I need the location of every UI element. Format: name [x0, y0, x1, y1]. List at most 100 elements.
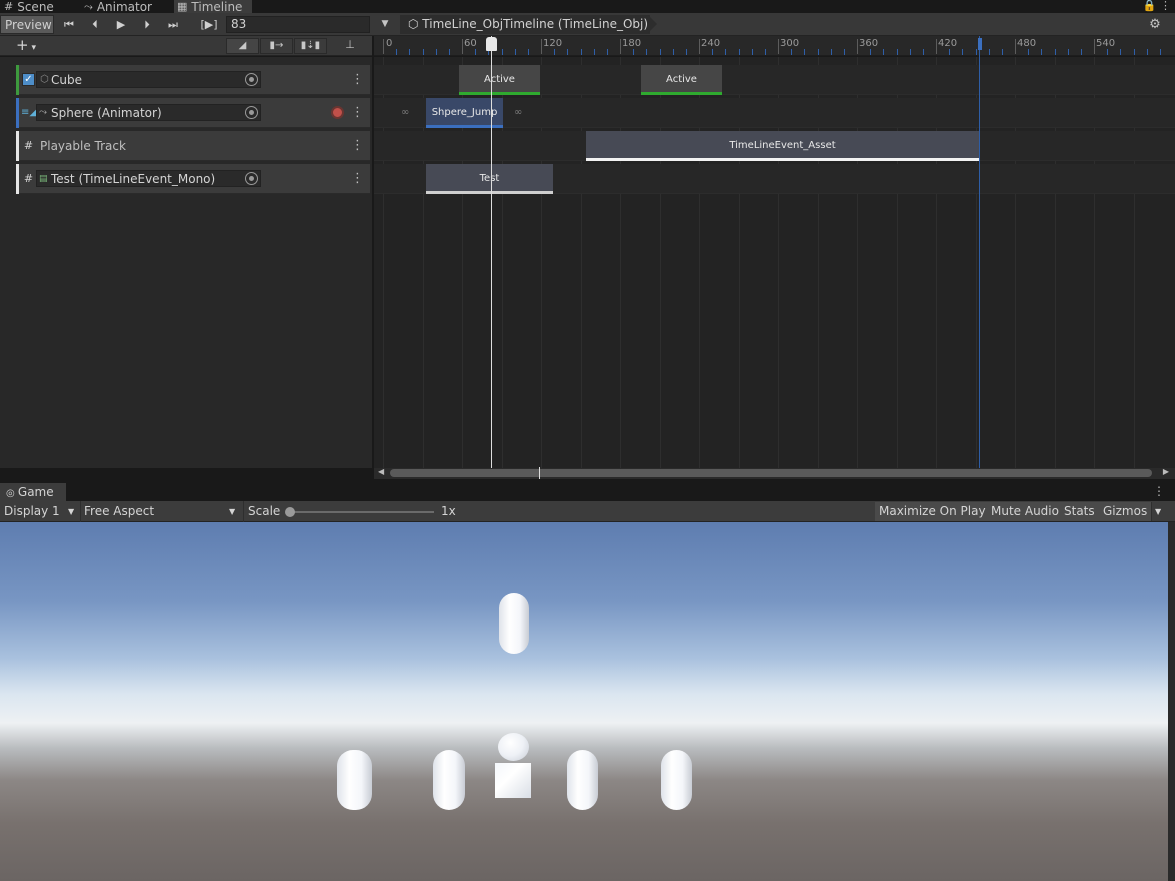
- ruler-minor-tick: [738, 49, 740, 55]
- hold-infinity-icon: ∞: [514, 107, 523, 118]
- display-dropdown[interactable]: Display 1 ▼: [4, 501, 78, 522]
- next-frame-icon[interactable]: ⏵: [136, 15, 158, 34]
- mute-audio-button[interactable]: Mute Audio: [987, 502, 1064, 521]
- object-picker-icon[interactable]: [245, 172, 258, 185]
- replace-mode-icon[interactable]: ▮⇣▮: [294, 38, 327, 54]
- timeline-dropdown-icon[interactable]: ▼: [378, 16, 392, 33]
- tab-timeline[interactable]: ▦ Timeline: [174, 0, 252, 13]
- game-tab-bar: ⋮: [0, 482, 1175, 501]
- activation-clip[interactable]: Active: [641, 65, 722, 95]
- more-menu-icon[interactable]: ⋮: [351, 164, 364, 194]
- stats-button[interactable]: Stats: [1060, 502, 1100, 521]
- ruler-minor-tick: [751, 49, 753, 55]
- ruler-minor-tick: [685, 49, 687, 55]
- ruler-minor-tick: [1080, 49, 1082, 55]
- playable-clip[interactable]: TimeLineEvent_Asset: [586, 131, 979, 161]
- clip-underline: [426, 191, 553, 194]
- more-menu-icon[interactable]: ⋮: [351, 131, 364, 161]
- play-range-toggle[interactable]: [▶]: [196, 15, 222, 34]
- more-menu-icon[interactable]: ⋮: [351, 65, 364, 95]
- scale-slider-thumb[interactable]: [285, 507, 295, 517]
- game-viewport[interactable]: [0, 522, 1168, 881]
- animation-track-icon: ≡◢: [21, 107, 38, 118]
- floating-capsule: [499, 593, 529, 654]
- scrollbar-thumb[interactable]: [390, 469, 1152, 477]
- activation-clip[interactable]: Active: [459, 65, 540, 95]
- ruler-minor-tick: [1146, 49, 1148, 55]
- add-track-button[interactable]: + ▾: [16, 37, 50, 54]
- clip-underline: [459, 92, 540, 95]
- tab-scene-label: Scene: [17, 0, 54, 13]
- track-header-sphere[interactable]: ≡◢ ⤳ Sphere (Animator) ⋮: [16, 98, 370, 128]
- breadcrumb-label: TimeLine_ObjTimeline (TimeLine_Obj): [422, 17, 649, 31]
- track-header-playable[interactable]: # Playable Track ⋮: [16, 131, 370, 161]
- ruler-major-tick: [383, 39, 384, 54]
- game-view-scrollbar[interactable]: [1168, 522, 1175, 881]
- pin-icon[interactable]: ⊥: [340, 38, 360, 54]
- scroll-left-icon[interactable]: ◀: [378, 467, 384, 476]
- ruler-major-tick: [1015, 39, 1016, 54]
- ruler-minor-tick: [1159, 49, 1161, 55]
- ruler-minor-tick: [817, 49, 819, 55]
- play-icon[interactable]: ▶: [110, 15, 132, 34]
- maximize-on-play-button[interactable]: Maximize On Play: [875, 502, 991, 521]
- ripple-mode-icon[interactable]: ▮→: [260, 38, 293, 54]
- scene-icon: #: [4, 0, 14, 13]
- ruler-label: 540: [1096, 38, 1116, 49]
- ruler-minor-tick: [725, 49, 727, 55]
- preview-button[interactable]: Preview: [0, 15, 54, 34]
- scale-slider[interactable]: [288, 511, 434, 513]
- clip-label: Shpere_Jump: [431, 107, 498, 118]
- ruler-minor-tick: [501, 49, 503, 55]
- ruler-minor-tick: [962, 49, 964, 55]
- script-clip[interactable]: Test: [426, 164, 553, 194]
- ruler-major-tick: [620, 39, 621, 54]
- current-frame-field[interactable]: 83: [226, 16, 370, 33]
- gizmos-button[interactable]: Gizmos: [1099, 502, 1153, 521]
- ruler-minor-tick: [870, 49, 872, 55]
- capsule-object: [661, 750, 692, 810]
- scroll-right-icon[interactable]: ▶: [1163, 467, 1169, 476]
- scale-value: 1x: [441, 504, 456, 518]
- timeline-end-marker[interactable]: [978, 38, 982, 50]
- mix-mode-icon[interactable]: ◢: [226, 38, 259, 54]
- previous-frame-icon[interactable]: ⏴: [84, 15, 106, 34]
- game-toolbar: Display 1 ▼ Free Aspect ▼ Scale 1x Maxim…: [0, 501, 1175, 522]
- playhead-handle[interactable]: [486, 37, 497, 51]
- object-picker-icon[interactable]: [245, 106, 258, 119]
- tab-animator[interactable]: ⤳ Animator: [84, 0, 164, 13]
- object-picker-icon[interactable]: [245, 73, 258, 86]
- breadcrumb-arrow: [648, 15, 657, 33]
- track-header-test[interactable]: # ▤ Test (TimeLineEvent_Mono) ⋮: [16, 164, 370, 194]
- chevron-down-icon: ▼: [229, 507, 236, 516]
- track-color-bar: [16, 131, 19, 161]
- breadcrumb[interactable]: ⬡ TimeLine_ObjTimeline (TimeLine_Obj): [400, 15, 650, 34]
- tab-scene[interactable]: # Scene: [4, 0, 70, 13]
- ruler-minor-tick: [448, 49, 450, 55]
- go-to-end-icon[interactable]: ⏭: [162, 15, 184, 34]
- more-menu-icon[interactable]: ⋮: [1153, 484, 1165, 498]
- ruler-minor-tick: [1028, 49, 1030, 55]
- ruler-minor-tick: [422, 49, 424, 55]
- record-button[interactable]: [331, 106, 344, 119]
- aspect-dropdown[interactable]: Free Aspect ▼: [80, 501, 240, 522]
- track-header-cube[interactable]: ✓ ⬡ Cube ⋮: [16, 65, 370, 95]
- timeline-clip-area[interactable]: Active Active ∞ Shpere_Jump ∞ TimeLineEv…: [374, 57, 1175, 468]
- track-enabled-checkbox[interactable]: ✓: [22, 73, 35, 86]
- go-to-start-icon[interactable]: ⏮: [58, 15, 80, 34]
- tab-game[interactable]: ◎ Game: [0, 483, 66, 501]
- ruler-minor-tick: [646, 49, 648, 55]
- ruler-minor-tick: [1067, 49, 1069, 55]
- ruler-label: 180: [622, 38, 642, 49]
- lock-icon[interactable]: 🔒 ⋮: [1143, 0, 1171, 12]
- ruler-minor-tick: [791, 49, 793, 55]
- ruler-major-tick: [1094, 39, 1095, 54]
- tab-animator-label: Animator: [96, 0, 152, 13]
- chevron-down-icon[interactable]: ▼: [1155, 501, 1161, 522]
- chevron-down-icon: ▼: [68, 507, 75, 516]
- ruler-minor-tick: [1133, 49, 1135, 55]
- ruler-label: 360: [859, 38, 879, 49]
- more-menu-icon[interactable]: ⋮: [351, 98, 364, 128]
- ruler-minor-tick: [514, 49, 516, 55]
- gear-icon[interactable]: ⚙: [1144, 15, 1166, 34]
